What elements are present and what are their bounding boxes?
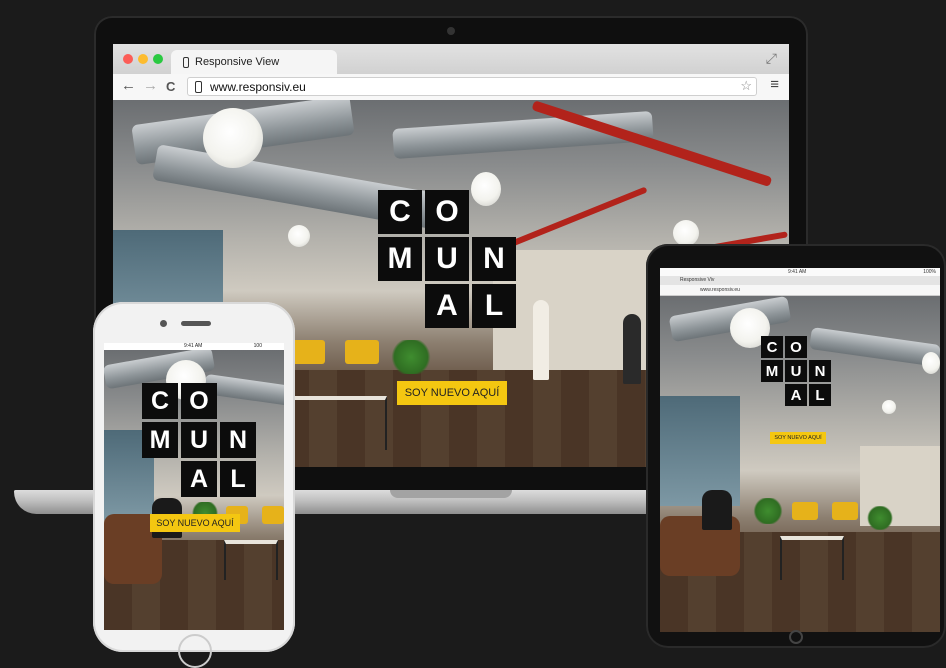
phone-status-battery: 100 bbox=[253, 343, 262, 349]
logo-tile: L bbox=[220, 461, 256, 497]
pendant-lamp bbox=[203, 108, 263, 168]
tablet-status-battery: 100% bbox=[923, 269, 936, 275]
soy-nuevo-aqui-button[interactable]: SOY NUEVO AQUÍ bbox=[770, 432, 826, 444]
logo-gap bbox=[472, 190, 516, 234]
browser-toolbar: ← → C www.responsiv.eu ☆ ≡ bbox=[113, 74, 789, 101]
phone-screen: 9:41 AM 100 C O M U N A L SOY NUEVO AQUÍ bbox=[104, 343, 284, 630]
forward-button[interactable]: → bbox=[143, 77, 158, 94]
yellow-chair bbox=[832, 502, 858, 520]
logo-gap bbox=[809, 336, 831, 358]
standing-person bbox=[533, 300, 549, 380]
logo-tile: C bbox=[761, 336, 783, 358]
tablet-home-button[interactable] bbox=[789, 630, 803, 644]
logo-tile: L bbox=[809, 384, 831, 406]
logo-tile: O bbox=[425, 190, 469, 234]
address-bar[interactable]: www.responsiv.eu ☆ bbox=[187, 77, 757, 96]
yellow-chair bbox=[291, 340, 325, 364]
logo-tile: L bbox=[472, 284, 516, 328]
logo-tile: O bbox=[181, 383, 217, 419]
logo-gap bbox=[142, 461, 178, 497]
browser-tab[interactable]: Responsive View bbox=[171, 50, 337, 74]
coffee-table bbox=[293, 396, 387, 450]
tablet-screen: 9:41 AM 100% Responsive Viv www.responsi… bbox=[660, 268, 940, 632]
menu-icon[interactable]: ≡ bbox=[770, 76, 779, 93]
logo-tile: O bbox=[785, 336, 807, 358]
expand-icon[interactable]: ⤢ bbox=[766, 50, 777, 67]
phone-earpiece bbox=[181, 321, 211, 326]
logo-tile: U bbox=[425, 237, 469, 281]
tablet-tab-bar: Responsive Viv bbox=[660, 276, 940, 285]
logo-tile: M bbox=[761, 360, 783, 382]
comunal-logo: C O M U N A L bbox=[378, 190, 516, 328]
tablet-address-bar[interactable]: www.responsiv.eu bbox=[660, 285, 940, 296]
plant bbox=[866, 506, 894, 530]
coffee-table bbox=[780, 536, 844, 580]
laptop-notch bbox=[390, 490, 512, 498]
browser-tab-bar: Responsive View ⤢ bbox=[113, 44, 789, 74]
reload-button[interactable]: C bbox=[166, 79, 175, 94]
pendant-lamp bbox=[673, 220, 699, 246]
logo-gap bbox=[761, 384, 783, 406]
tablet-address-url: www.responsiv.eu bbox=[700, 287, 740, 293]
plant bbox=[752, 498, 784, 524]
logo-gap bbox=[220, 383, 256, 419]
logo-tile: M bbox=[378, 237, 422, 281]
soy-nuevo-aqui-button[interactable]: SOY NUEVO AQUÍ bbox=[150, 514, 240, 532]
tablet-tab-title[interactable]: Responsive Viv bbox=[680, 277, 714, 283]
tablet-status-time: 9:41 AM bbox=[788, 269, 807, 275]
maximize-window-dot[interactable] bbox=[153, 54, 163, 64]
back-button[interactable]: ← bbox=[121, 77, 136, 94]
yellow-chair bbox=[792, 502, 818, 520]
logo-tile: N bbox=[472, 237, 516, 281]
pendant-lamp bbox=[288, 225, 310, 247]
mobile-device-icon bbox=[195, 81, 202, 93]
browser-tab-title: Responsive View bbox=[195, 56, 280, 68]
phone-camera bbox=[160, 320, 167, 327]
tablet-status-bar: 9:41 AM 100% bbox=[660, 268, 940, 276]
soy-nuevo-aqui-button[interactable]: SOY NUEVO AQUÍ bbox=[397, 381, 507, 405]
yellow-chair bbox=[345, 340, 379, 364]
phone-status-time: 9:41 AM bbox=[184, 343, 203, 349]
address-bar-url: www.responsiv.eu bbox=[210, 79, 306, 94]
yellow-chair bbox=[262, 506, 284, 524]
logo-tile: N bbox=[809, 360, 831, 382]
seated-person bbox=[702, 490, 732, 530]
logo-tile: C bbox=[378, 190, 422, 234]
logo-tile: N bbox=[220, 422, 256, 458]
seated-person bbox=[623, 314, 641, 384]
minimize-window-dot[interactable] bbox=[138, 54, 148, 64]
bookmark-star-icon[interactable]: ☆ bbox=[740, 78, 752, 94]
pendant-lamp bbox=[922, 352, 940, 374]
comunal-logo: C O M U N A L bbox=[142, 383, 256, 497]
phone-home-button[interactable] bbox=[178, 634, 212, 668]
logo-tile: A bbox=[181, 461, 217, 497]
pendant-lamp bbox=[882, 400, 896, 414]
logo-tile: M bbox=[142, 422, 178, 458]
plant bbox=[389, 340, 433, 374]
logo-tile: A bbox=[785, 384, 807, 406]
coffee-table bbox=[224, 540, 278, 580]
logo-gap bbox=[378, 284, 422, 328]
phone-status-bar: 9:41 AM 100 bbox=[104, 343, 284, 350]
logo-tile: U bbox=[181, 422, 217, 458]
logo-tile: C bbox=[142, 383, 178, 419]
logo-tile: U bbox=[785, 360, 807, 382]
close-window-dot[interactable] bbox=[123, 54, 133, 64]
logo-tile: A bbox=[425, 284, 469, 328]
comunal-logo: C O M U N A L bbox=[761, 336, 831, 406]
glass-partition bbox=[660, 396, 740, 506]
mobile-device-icon bbox=[183, 56, 189, 68]
laptop-camera bbox=[447, 27, 455, 35]
